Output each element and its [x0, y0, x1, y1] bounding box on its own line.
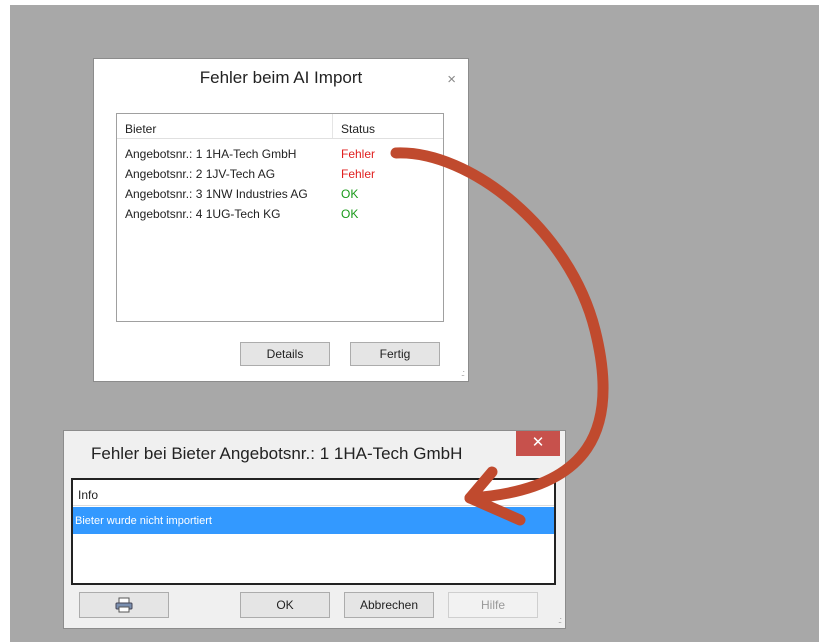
- abbrechen-button[interactable]: Abbrechen: [344, 592, 434, 618]
- bidder-error-dialog: Fehler bei Bieter Angebotsnr.: 1 1HA-Tec…: [63, 430, 566, 629]
- column-header-info[interactable]: Info: [78, 488, 98, 502]
- status-text: Fehler: [341, 167, 376, 181]
- ok-button[interactable]: OK: [240, 592, 330, 618]
- resize-grip[interactable]: .:: [558, 615, 562, 625]
- close-button[interactable]: ✕: [516, 431, 560, 456]
- list-item[interactable]: Angebotsnr.: 1 1HA-Tech GmbH Fehler: [117, 144, 443, 164]
- dialog-title: Fehler beim AI Import: [199, 68, 363, 87]
- printer-icon: [115, 597, 133, 613]
- dialog-title: Fehler bei Bieter Angebotsnr.: 1 1HA-Tec…: [91, 444, 463, 463]
- close-icon[interactable]: ×: [447, 71, 456, 88]
- list-header: Info: [73, 480, 554, 506]
- fertig-button[interactable]: Fertig: [350, 342, 440, 366]
- details-button[interactable]: Details: [240, 342, 330, 366]
- status-text: Fehler: [341, 147, 376, 161]
- hilfe-button[interactable]: Hilfe: [448, 592, 538, 618]
- import-error-dialog: Fehler beim AI Import × Bieter Status An…: [93, 58, 469, 382]
- resize-grip[interactable]: .:: [461, 368, 465, 378]
- bidder-list[interactable]: Bieter Status Angebotsnr.: 1 1HA-Tech Gm…: [116, 113, 444, 322]
- list-header: Bieter Status: [117, 114, 443, 139]
- column-header-status[interactable]: Status: [341, 122, 375, 136]
- close-icon: ✕: [531, 434, 545, 451]
- bidder-name: Angebotsnr.: 1 1HA-Tech GmbH: [125, 147, 297, 161]
- info-text: Bieter wurde nicht importiert: [75, 515, 212, 527]
- status-text: OK: [341, 207, 359, 221]
- print-button[interactable]: [79, 592, 169, 618]
- bidder-name: Angebotsnr.: 3 1NW Industries AG: [125, 187, 308, 201]
- column-header-bieter[interactable]: Bieter: [125, 122, 156, 136]
- column-divider: [332, 114, 333, 138]
- list-item[interactable]: Angebotsnr.: 4 1UG-Tech KG OK: [117, 204, 443, 224]
- list-item[interactable]: Angebotsnr.: 2 1JV-Tech AG Fehler: [117, 164, 443, 184]
- status-text: OK: [341, 187, 359, 201]
- bidder-name: Angebotsnr.: 4 1UG-Tech KG: [125, 207, 281, 221]
- list-item[interactable]: Bieter wurde nicht importiert: [73, 507, 554, 534]
- list-item[interactable]: Angebotsnr.: 3 1NW Industries AG OK: [117, 184, 443, 204]
- info-list[interactable]: Info Bieter wurde nicht importiert: [71, 478, 556, 585]
- bidder-name: Angebotsnr.: 2 1JV-Tech AG: [125, 167, 276, 181]
